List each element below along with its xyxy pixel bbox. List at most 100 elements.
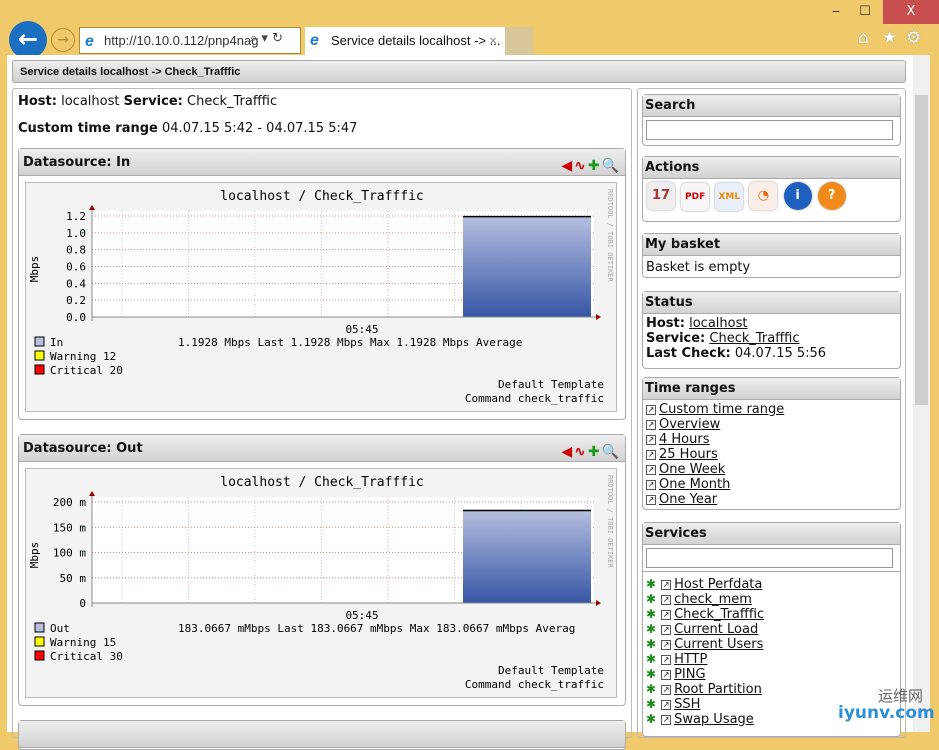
basket-text: Basket is empty xyxy=(646,260,751,275)
service-item[interactable]: ✱ ↗ check_mem xyxy=(646,592,897,607)
external-link-icon[interactable]: ↗ xyxy=(661,654,672,665)
external-link-icon[interactable]: ↗ xyxy=(661,699,672,710)
close-button[interactable]: X xyxy=(883,0,939,24)
new-tab-button[interactable] xyxy=(505,27,533,55)
external-link-icon[interactable]: ↗ xyxy=(661,624,672,635)
graph-title: localhost / Check_Trafffic xyxy=(220,189,424,204)
external-link-icon[interactable]: ↗ xyxy=(661,639,672,650)
ie-icon: e xyxy=(310,32,319,49)
chart-icon[interactable]: ◔ xyxy=(749,182,778,210)
service-link[interactable]: Host Perfdata xyxy=(674,577,762,592)
close-tab-icon[interactable]: × xyxy=(489,27,497,55)
time-range-link[interactable]: Custom time range xyxy=(659,402,784,417)
expand-icon[interactable]: ✱ xyxy=(646,622,656,636)
info-icon[interactable]: i xyxy=(783,182,812,210)
host-label: Host: xyxy=(18,94,57,109)
expand-icon[interactable]: ✱ xyxy=(646,697,656,711)
service-item[interactable]: ✱ ↗ Check_Trafffic xyxy=(646,607,897,622)
watermark-logo: 运维网 iyunv.com xyxy=(838,687,935,723)
graph-out[interactable]: 0 50 m 100 m 150 m 200 m localhost / Check_Tr… xyxy=(26,469,655,697)
time-range-item[interactable]: ↗ 4 Hours xyxy=(646,432,897,447)
maximize-button[interactable]: ☐ xyxy=(850,0,880,24)
time-range-link[interactable]: One Year xyxy=(659,492,717,507)
external-link-icon[interactable]: ↗ xyxy=(661,714,672,725)
external-link-icon[interactable]: ↗ xyxy=(661,594,672,605)
expand-icon[interactable]: ✱ xyxy=(646,577,656,591)
range-value: 04.07.15 5:42 - 04.07.15 5:47 xyxy=(162,121,358,136)
time-range-link[interactable]: One Week xyxy=(659,462,725,477)
next-panel xyxy=(18,720,626,750)
service-link[interactable]: SSH xyxy=(674,697,700,712)
time-range-item[interactable]: ↗ One Week xyxy=(646,462,897,477)
add-basket-icon[interactable]: ✚ xyxy=(588,158,602,174)
time-range-item[interactable]: ↗ Overview xyxy=(646,417,897,432)
service-link[interactable]: check_mem xyxy=(674,592,752,607)
xml-icon[interactable]: XML xyxy=(715,183,744,211)
status-service-label: Service: xyxy=(646,331,706,346)
y-axis-label: Mbps xyxy=(28,542,41,569)
scrollbar-thumb[interactable] xyxy=(915,95,928,405)
time-range-item[interactable]: ↗ 25 Hours xyxy=(646,447,897,462)
megaphone-icon[interactable]: ◀ xyxy=(561,158,574,174)
add-basket-icon[interactable]: ✚ xyxy=(588,444,602,460)
x-tick-label: 05:45 xyxy=(345,323,378,336)
search-input[interactable] xyxy=(646,120,893,140)
zoom-icon[interactable]: 🔍 xyxy=(602,444,621,460)
expand-icon[interactable]: ✱ xyxy=(646,592,656,606)
status-service-link[interactable]: Check_Trafffic xyxy=(709,331,799,346)
datasource-out-panel: Datasource: Out ◀∿✚🔍 0 50 m 100 m 150 m 200 m… xyxy=(18,434,655,706)
service-label: Service: xyxy=(123,94,183,109)
browser-tab[interactable]: e Service details localhost -> ... × xyxy=(305,27,505,55)
graph-in[interactable]: 0.0 0.2 0.4 0.6 0.8 1.0 1.2 localhost / Check_T… xyxy=(26,183,655,411)
time-range-item[interactable]: ↗ One Year xyxy=(646,492,897,507)
back-button[interactable]: ← xyxy=(9,21,47,59)
minimize-button[interactable]: ‒ xyxy=(822,0,850,24)
service-item[interactable]: ✱ ↗ PING xyxy=(646,667,897,682)
expand-icon[interactable]: ✱ xyxy=(646,637,656,651)
favorites-star-icon[interactable]: ★ xyxy=(882,28,897,48)
service-link[interactable]: Check_Trafffic xyxy=(674,607,764,622)
search-icon[interactable]: ⌕ ▾ ↻ xyxy=(250,31,283,46)
service-item[interactable]: ✱ ↗ HTTP xyxy=(646,652,897,667)
expand-icon[interactable]: ✱ xyxy=(646,682,656,696)
external-link-icon[interactable]: ↗ xyxy=(661,579,672,590)
graph-icon[interactable]: ∿ xyxy=(574,158,588,174)
zoom-icon[interactable]: 🔍 xyxy=(602,158,621,174)
services-filter-input[interactable] xyxy=(646,548,893,568)
calendar-icon[interactable]: 17 xyxy=(647,182,675,210)
service-item[interactable]: ✱ ↗ Current Users xyxy=(646,637,897,652)
time-range-link[interactable]: 4 Hours xyxy=(659,432,710,447)
time-range-link[interactable]: 25 Hours xyxy=(659,447,718,462)
expand-icon[interactable]: ✱ xyxy=(646,652,656,666)
y-tick-label: 1.2 xyxy=(66,210,86,223)
service-link[interactable]: Current Load xyxy=(674,622,758,637)
forward-button[interactable]: → xyxy=(51,28,75,52)
expand-icon[interactable]: ✱ xyxy=(646,667,656,681)
help-icon[interactable]: ? xyxy=(817,182,846,210)
service-link[interactable]: HTTP xyxy=(674,652,707,667)
expand-icon[interactable]: ✱ xyxy=(646,607,656,621)
megaphone-icon[interactable]: ◀ xyxy=(561,444,574,460)
expand-icon[interactable]: ✱ xyxy=(646,712,656,726)
y-tick-label: 0.0 xyxy=(66,311,86,324)
service-link[interactable]: PING xyxy=(674,667,705,682)
graph-icon[interactable]: ∿ xyxy=(574,444,588,460)
service-item[interactable]: ✱ ↗ Current Load xyxy=(646,622,897,637)
pdf-icon[interactable]: PDF xyxy=(681,183,710,211)
external-link-icon[interactable]: ↗ xyxy=(661,684,672,695)
service-item[interactable]: ✱ ↗ Host Perfdata xyxy=(646,577,897,592)
time-range-item[interactable]: ↗ One Month xyxy=(646,477,897,492)
service-link[interactable]: Root Partition xyxy=(674,682,762,697)
service-link[interactable]: Swap Usage xyxy=(674,712,754,727)
time-range-link[interactable]: One Month xyxy=(659,477,730,492)
time-range-item[interactable]: ↗ Custom time range xyxy=(646,402,897,417)
external-link-icon[interactable]: ↗ xyxy=(661,609,672,620)
legend-swatch xyxy=(34,336,45,347)
settings-gear-icon[interactable]: ⚙ xyxy=(906,28,921,48)
service-link[interactable]: Current Users xyxy=(674,637,763,652)
status-host-link[interactable]: localhost xyxy=(689,316,747,331)
external-link-icon[interactable]: ↗ xyxy=(661,669,672,680)
panel-title: Datasource: Out xyxy=(23,441,143,456)
home-icon[interactable]: ⌂ xyxy=(858,28,869,48)
time-range-link[interactable]: Overview xyxy=(659,417,720,432)
